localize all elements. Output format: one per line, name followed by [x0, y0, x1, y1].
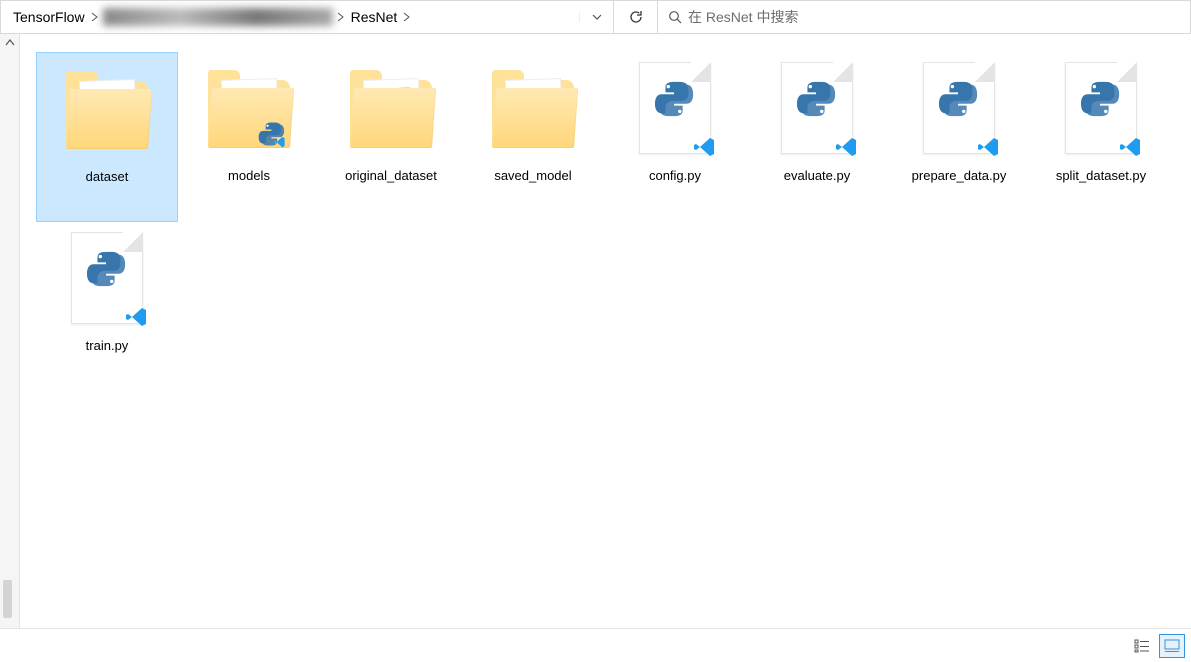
folder-item[interactable]: models — [178, 52, 320, 222]
details-view-icon — [1134, 639, 1150, 653]
folder-icon — [478, 56, 588, 166]
file-list[interactable]: dataset models original_dataset saved_model… — [20, 34, 1191, 628]
item-label: prepare_data.py — [908, 168, 1011, 184]
file-item[interactable]: config.py — [604, 52, 746, 222]
vscode-icon — [692, 135, 716, 159]
item-label: original_dataset — [341, 168, 441, 184]
item-label: dataset — [82, 169, 133, 185]
folder-icon — [52, 57, 162, 167]
vscode-icon — [1118, 135, 1142, 159]
item-label: train.py — [82, 338, 133, 354]
search-icon — [668, 10, 682, 24]
scrollbar-thumb[interactable] — [3, 580, 12, 618]
large-icons-view-icon — [1164, 639, 1180, 653]
python-icon — [86, 248, 128, 290]
vscode-icon — [834, 135, 858, 159]
chevron-right-icon[interactable] — [335, 12, 347, 22]
python-icon — [654, 78, 696, 120]
file-item[interactable]: train.py — [36, 222, 178, 392]
folder-item[interactable]: saved_model — [462, 52, 604, 222]
nav-pane-expand-button[interactable] — [0, 34, 20, 628]
refresh-icon — [628, 9, 644, 25]
address-search-row: TensorFlow ResNet 在 ResNet 中搜索 — [0, 0, 1191, 34]
python-file-icon — [762, 56, 872, 166]
address-bar[interactable]: TensorFlow ResNet — [0, 0, 614, 33]
file-item[interactable]: prepare_data.py — [888, 52, 1030, 222]
search-input[interactable]: 在 ResNet 中搜索 — [658, 0, 1191, 33]
refresh-button[interactable] — [614, 0, 658, 33]
vscode-icon — [124, 305, 148, 329]
folder-icon — [336, 56, 446, 166]
breadcrumb-obscured — [103, 8, 333, 26]
file-item[interactable]: split_dataset.py — [1030, 52, 1172, 222]
python-icon — [258, 120, 286, 148]
search-placeholder: 在 ResNet 中搜索 — [688, 7, 798, 27]
item-label: split_dataset.py — [1052, 168, 1150, 184]
python-icon — [796, 78, 838, 120]
address-history-dropdown[interactable] — [579, 12, 613, 22]
item-label: saved_model — [490, 168, 575, 184]
vscode-icon — [976, 135, 1000, 159]
python-file-icon — [620, 56, 730, 166]
chevron-right-icon[interactable] — [89, 12, 101, 22]
python-file-icon — [1046, 56, 1156, 166]
folder-item[interactable]: original_dataset — [320, 52, 462, 222]
breadcrumb-root[interactable]: TensorFlow — [9, 7, 89, 27]
status-bar — [0, 628, 1191, 662]
item-label: models — [224, 168, 274, 184]
python-file-icon — [52, 226, 162, 336]
python-file-icon — [904, 56, 1014, 166]
file-item[interactable]: evaluate.py — [746, 52, 888, 222]
large-icons-view-button[interactable] — [1159, 634, 1185, 658]
breadcrumb-current[interactable]: ResNet — [347, 7, 402, 27]
item-label: evaluate.py — [780, 168, 855, 184]
python-icon — [1080, 78, 1122, 120]
item-label: config.py — [645, 168, 705, 184]
details-view-button[interactable] — [1129, 634, 1155, 658]
folder-icon — [194, 56, 304, 166]
chevron-up-icon — [5, 38, 15, 48]
folder-item[interactable]: dataset — [36, 52, 178, 222]
chevron-right-icon[interactable] — [401, 12, 413, 22]
python-icon — [938, 78, 980, 120]
